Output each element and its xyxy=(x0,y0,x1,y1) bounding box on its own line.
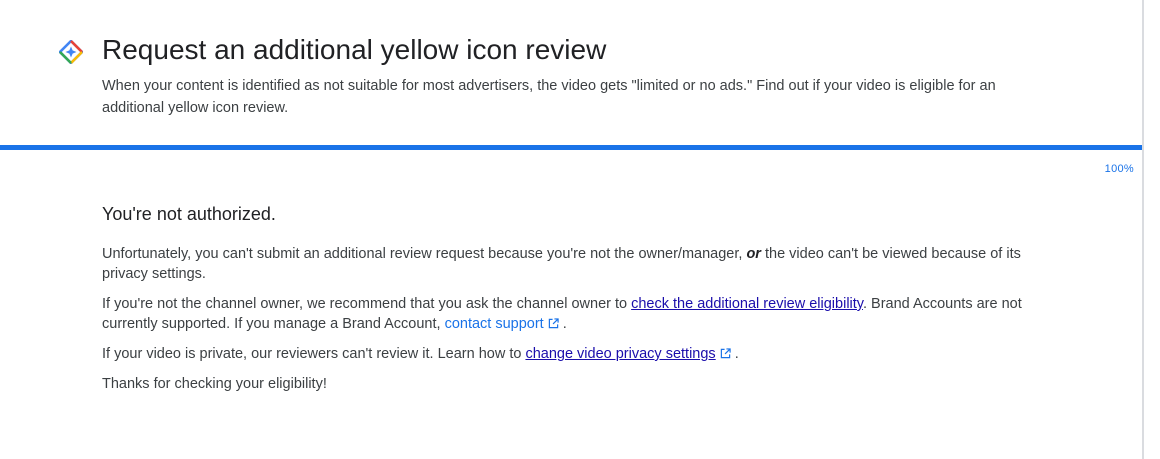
or-emphasis: or xyxy=(746,246,761,262)
change-privacy-settings-link[interactable]: change video privacy settings xyxy=(525,346,715,362)
window-right-border xyxy=(1142,0,1144,459)
check-eligibility-link[interactable]: check the additional review eligibility xyxy=(631,296,863,312)
not-authorized-paragraph: Unfortunately, you can't submit an addit… xyxy=(102,246,1021,282)
progress-bar xyxy=(0,145,1142,150)
progress-bar-fill xyxy=(0,145,1142,150)
contact-support-link[interactable]: contact support xyxy=(445,316,559,332)
page-subtitle: When your content is identified as not s… xyxy=(102,78,996,116)
external-link-icon xyxy=(548,315,559,329)
channel-owner-paragraph: If you're not the channel owner, we reco… xyxy=(102,296,1022,332)
private-video-paragraph: If your video is private, our reviewers … xyxy=(102,345,739,362)
progress-label: 100% xyxy=(1104,163,1134,175)
thanks-paragraph: Thanks for checking your eligibility! xyxy=(102,376,327,392)
page-title: Request an additional yellow icon review xyxy=(102,34,607,65)
google-help-diamond-icon xyxy=(58,39,84,65)
result-heading: You're not authorized. xyxy=(102,204,276,224)
page-header: Request an additional yellow icon review… xyxy=(0,0,1142,145)
external-link-icon xyxy=(720,345,731,359)
result-panel: You're not authorized. Unfortunately, yo… xyxy=(102,202,1042,404)
